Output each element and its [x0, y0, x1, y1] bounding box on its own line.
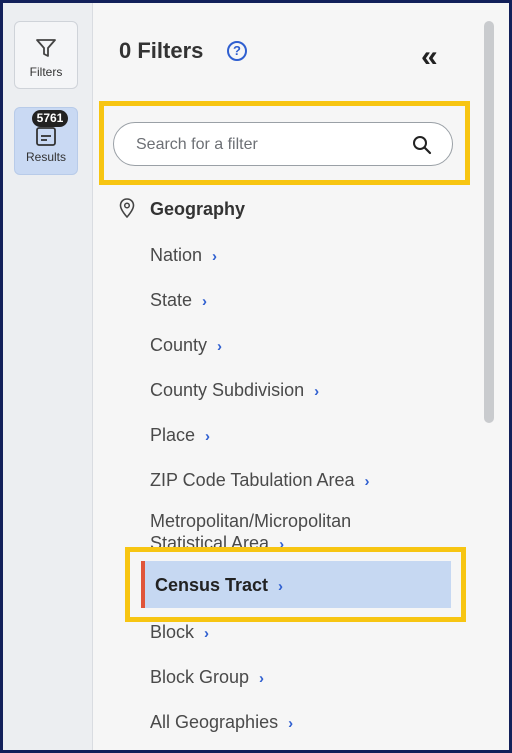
- geo-item-label-line1: Metropolitan/Micropolitan: [150, 511, 352, 531]
- geo-item-county[interactable]: County ›: [150, 335, 222, 356]
- filter-search-box[interactable]: [113, 122, 453, 166]
- geo-item-label: Block: [150, 622, 195, 642]
- geo-item-label: County: [150, 335, 208, 355]
- geo-item-zcta[interactable]: ZIP Code Tabulation Area ›: [150, 470, 369, 491]
- geo-item-label: County Subdivision: [150, 380, 305, 400]
- census-tract-highlight-box: [125, 547, 466, 622]
- left-rail: Filters 5761 Results: [3, 3, 93, 750]
- filter-panel: 0 Filters ? « Geography Nation › State › C…: [93, 3, 509, 750]
- geo-item-all-geographies[interactable]: All Geographies ›: [150, 712, 293, 733]
- chevron-right-icon: ›: [314, 383, 320, 400]
- chevron-right-icon: ›: [364, 473, 370, 490]
- help-icon[interactable]: ?: [227, 41, 247, 61]
- geo-item-label: Nation: [150, 245, 203, 265]
- chevron-right-icon: ›: [202, 293, 208, 310]
- panel-title: 0 Filters: [119, 38, 204, 63]
- app-frame: Filters 5761 Results 0 Filters ? « Searc…: [0, 0, 512, 753]
- map-pin-icon: [119, 198, 135, 219]
- geo-item-label: All Geographies: [150, 712, 279, 732]
- filters-rail-button[interactable]: Filters: [14, 21, 78, 89]
- geo-item-label: Place: [150, 425, 196, 445]
- chevron-right-icon: ›: [204, 625, 210, 642]
- results-rail-button[interactable]: 5761 Results: [14, 107, 78, 175]
- results-rail-label: Results: [25, 150, 66, 164]
- geo-item-state[interactable]: State ›: [150, 290, 207, 311]
- chevron-right-icon: ›: [288, 715, 294, 732]
- results-list-icon: [36, 127, 56, 146]
- chevron-right-icon: ›: [217, 338, 223, 355]
- geo-item-metro-micro[interactable]: Metropolitan/Micropolitan Statistical Ar…: [150, 510, 351, 548]
- results-count-badge: 5761: [32, 110, 68, 127]
- chevron-right-icon: ›: [212, 248, 218, 265]
- collapse-panel-icon[interactable]: «: [421, 42, 438, 72]
- geo-item-county-subdivision[interactable]: County Subdivision ›: [150, 380, 319, 401]
- chevron-right-icon: ›: [205, 428, 211, 445]
- geo-item-label: Block Group: [150, 667, 250, 687]
- geo-item-block[interactable]: Block ›: [150, 622, 209, 643]
- search-icon[interactable]: [412, 135, 432, 155]
- geo-item-nation[interactable]: Nation ›: [150, 245, 217, 266]
- geo-item-place[interactable]: Place ›: [150, 425, 210, 446]
- filters-rail-label: Filters: [29, 65, 63, 79]
- geo-item-label-line2: Statistical Area: [150, 533, 270, 548]
- scrollbar-thumb[interactable]: [484, 21, 494, 423]
- geo-item-block-group[interactable]: Block Group ›: [150, 667, 264, 688]
- panel-scrollbar[interactable]: [484, 21, 496, 731]
- funnel-icon: [36, 39, 56, 57]
- geo-item-label: State: [150, 290, 193, 310]
- geography-heading: Geography: [150, 199, 246, 219]
- geo-item-label: ZIP Code Tabulation Area: [150, 470, 355, 490]
- filter-search-input[interactable]: [134, 133, 398, 157]
- chevron-right-icon: ›: [259, 670, 265, 687]
